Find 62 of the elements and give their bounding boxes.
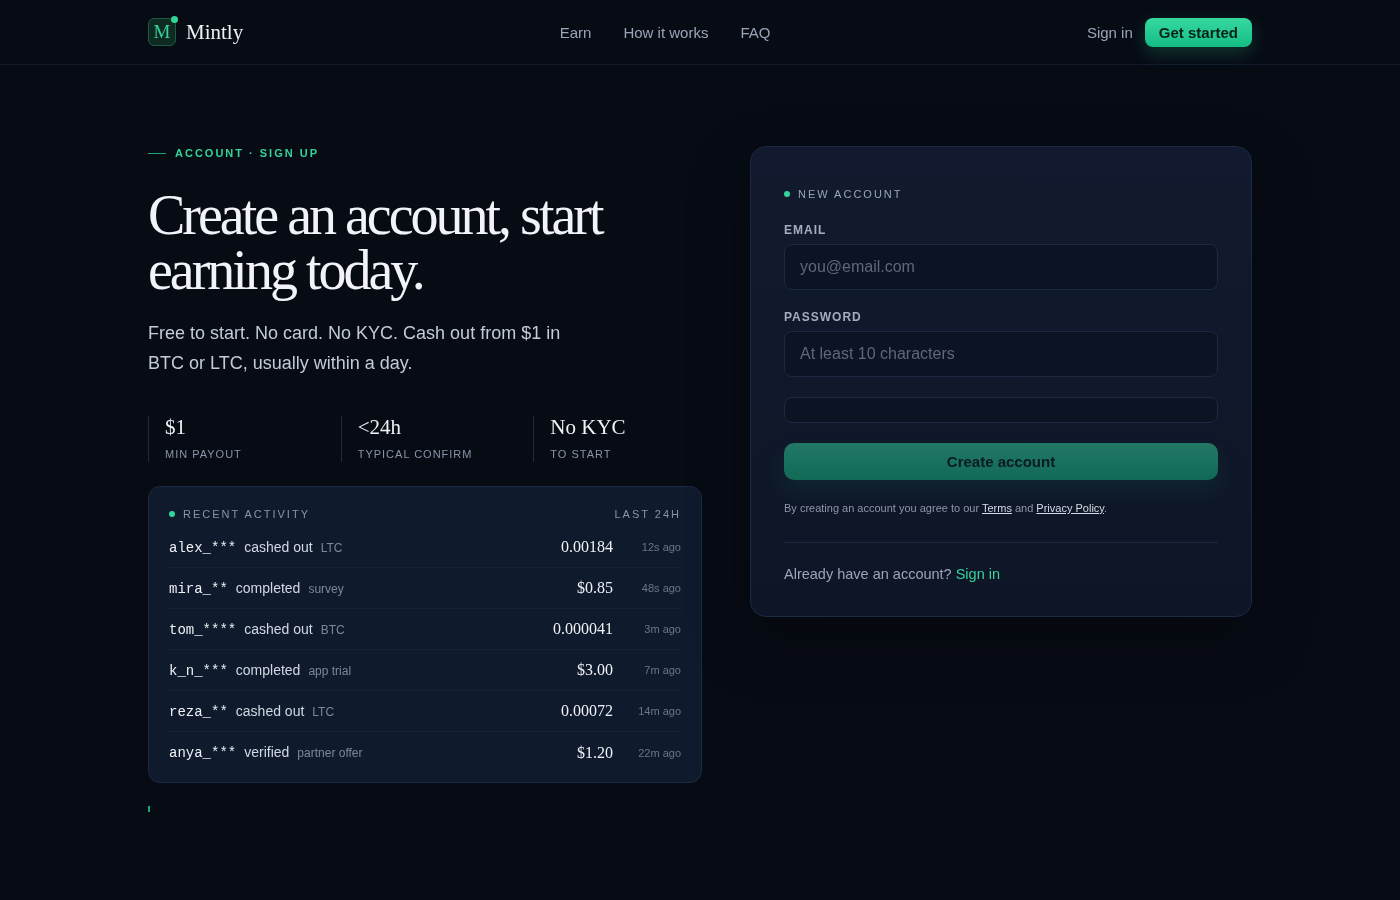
get-started-button[interactable]: Get started	[1144, 17, 1252, 47]
activity-title: RECENT ACTIVITY	[183, 507, 310, 521]
activity-detail: app trial	[308, 663, 352, 678]
nav-link[interactable]: Earn	[559, 23, 592, 41]
activity-time: 22m ago	[637, 746, 681, 759]
activity-action: cashed out	[235, 702, 305, 719]
stat-value: $1	[165, 416, 186, 438]
activity-time: 12s ago	[640, 541, 681, 553]
stat-label: TO START	[550, 447, 612, 461]
activity-period: LAST 24H	[614, 507, 681, 521]
nav-link[interactable]: FAQ	[740, 23, 771, 41]
activity-amount: 0.00072	[561, 702, 613, 720]
logo-dot-icon	[171, 16, 178, 23]
privacy-policy-link[interactable]: Privacy Policy	[1036, 502, 1104, 514]
input-field[interactable]: you@email.com	[784, 244, 1218, 290]
stat-label: TYPICAL CONFIRM	[357, 447, 473, 461]
stat-value: No KYC	[550, 416, 626, 438]
nav-link[interactable]: How it works	[623, 23, 709, 41]
activity-user: anya_***	[169, 745, 237, 761]
activity-amount: $1.20	[577, 743, 613, 762]
activity-action: cashed out	[244, 620, 313, 637]
field-label: EMAIL	[784, 223, 828, 237]
brand-name: Mintly	[186, 19, 244, 45]
activity-user: k_n_***	[169, 662, 228, 679]
activity-time: 7m ago	[643, 664, 681, 676]
activity-detail: BTC	[320, 622, 345, 637]
activity-amount: $3.00	[577, 661, 613, 679]
sign-in-link[interactable]: Sign in	[955, 566, 1001, 582]
lead-paragraph: Free to start. No card. No KYC. Cash out from $1 in BTC or LTC, usually within a day.	[148, 322, 562, 375]
activity-detail: LTC	[312, 704, 335, 719]
activity-action: completed	[235, 579, 301, 596]
activity-user: mira_**	[169, 580, 228, 597]
form-eyebrow: NEW ACCOUNT	[798, 187, 903, 201]
status-dot-icon	[784, 191, 790, 197]
stat-label: MIN PAYOUT	[165, 447, 242, 461]
field-label: PASSWORD	[784, 310, 863, 324]
activity-user: alex_***	[169, 539, 237, 556]
activity-action: cashed out	[244, 538, 313, 555]
section-eyebrow: ACCOUNT · SIGN UP	[175, 146, 319, 160]
activity-detail: partner offer	[297, 746, 363, 760]
sign-in-prompt: Already have an account? Sign in	[784, 565, 1002, 583]
activity-time: 48s ago	[640, 582, 681, 594]
activity-amount: 0.000041	[553, 620, 613, 638]
stat-value: <24h	[357, 416, 401, 438]
activity-amount: $0.85	[577, 579, 613, 597]
terms-link[interactable]: Terms	[981, 502, 1012, 514]
activity-user: tom_****	[169, 621, 237, 638]
activity-detail: survey	[308, 581, 344, 596]
activity-time: 3m ago	[643, 623, 681, 635]
logo-letter: M	[153, 22, 171, 42]
legal-note: By creating an account you agree to our Terms and Privacy Policy.	[784, 501, 1109, 515]
activity-amount: 0.00184	[561, 538, 613, 556]
activity-action: completed	[235, 661, 301, 678]
activity-detail: LTC	[320, 540, 343, 555]
input-field[interactable]: At least 10 characters	[784, 331, 1218, 377]
tick-mark-icon	[148, 806, 150, 812]
activity-user: reza_**	[169, 703, 228, 720]
status-dot-icon	[169, 511, 175, 517]
sign-in-link[interactable]: Sign in	[1086, 23, 1133, 41]
activity-time: 14m ago	[637, 705, 681, 717]
activity-action: verified	[244, 744, 290, 760]
input-field[interactable]	[784, 397, 1218, 423]
